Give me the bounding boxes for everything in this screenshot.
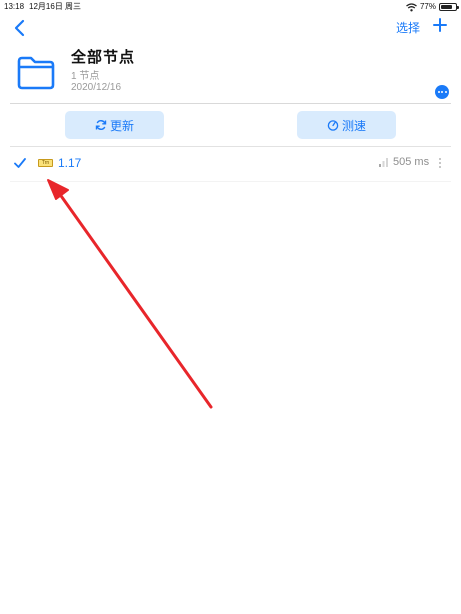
vertical-dots-icon[interactable]	[438, 157, 442, 169]
speedometer-icon	[327, 120, 339, 131]
status-bar: 13:18 12月16日 周三 77%	[0, 0, 461, 14]
wifi-icon	[406, 2, 417, 11]
node-name: 1.17	[58, 156, 82, 170]
status-left: 13:18 12月16日 周三	[4, 1, 86, 13]
node-type-badge: Trn	[38, 159, 53, 167]
signal-icon	[379, 158, 388, 167]
row-divider	[10, 181, 451, 182]
add-icon[interactable]	[431, 15, 449, 35]
battery-icon	[439, 3, 459, 11]
refresh-icon	[95, 120, 107, 130]
node-count: 1 节点	[71, 71, 100, 82]
node-latency: 505 ms	[393, 156, 430, 168]
check-icon	[14, 158, 26, 168]
speedtest-label: 测速	[341, 118, 366, 133]
status-time: 13:18	[4, 2, 25, 11]
page-title: 全部节点	[71, 49, 136, 66]
header-divider	[10, 103, 451, 104]
more-icon[interactable]	[435, 85, 449, 99]
status-date: 12月16日 周三	[29, 2, 82, 11]
annotation-arrow	[47, 179, 213, 409]
header-date: 2020/12/16	[71, 82, 122, 93]
battery-percent: 77%	[419, 2, 436, 11]
node-row[interactable]: Trn 1.17 505 ms	[10, 148, 451, 180]
back-button[interactable]	[10, 18, 30, 38]
folder-icon	[17, 56, 55, 90]
refresh-button[interactable]: 更新	[65, 111, 164, 139]
refresh-label: 更新	[109, 118, 134, 133]
select-button[interactable]: 选择	[396, 19, 420, 36]
status-right: 77%	[406, 1, 459, 13]
speedtest-button[interactable]: 测速	[297, 111, 396, 139]
actions-divider	[10, 146, 451, 147]
